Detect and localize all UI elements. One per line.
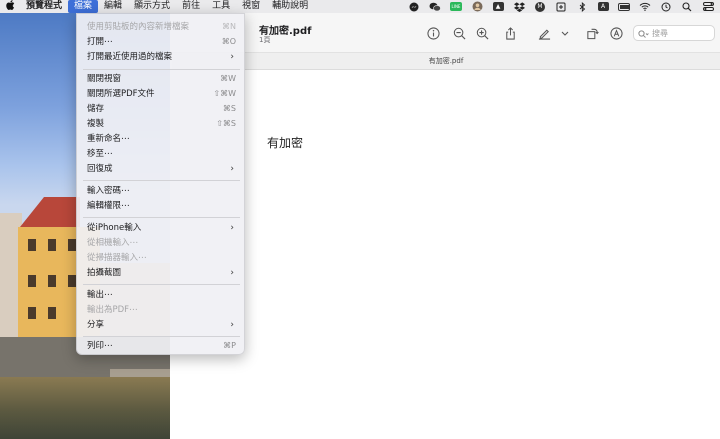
share-icon[interactable]: [503, 26, 517, 40]
menu-separator: [83, 217, 240, 218]
time-machine-icon[interactable]: [660, 2, 672, 12]
window-toolbar: 有加密.pdf 1頁: [172, 13, 720, 53]
line-icon[interactable]: LINE: [450, 2, 462, 12]
arrow-box-icon[interactable]: ▲: [492, 2, 504, 12]
page-body-text: 有加密: [267, 136, 304, 150]
submenu-arrow-icon: ›: [230, 223, 234, 233]
menu-separator: [83, 284, 240, 285]
menu-item-import-from-scanner: 從掃描器輸入⋯: [87, 253, 147, 263]
page-count: 1頁: [259, 36, 271, 44]
shortcut-label: ⇧⌘S: [216, 119, 236, 128]
markup-pen-icon[interactable]: [537, 26, 551, 40]
menu-bar: 預覽程式 檔案 編輯 顯示方式 前往 工具 視窗 輔助說明 LINE ▲ M A: [0, 0, 720, 13]
search-field[interactable]: [633, 25, 715, 41]
messenger-icon[interactable]: [408, 2, 420, 12]
m-icon[interactable]: M: [534, 1, 546, 12]
menu-view[interactable]: 顯示方式: [128, 0, 176, 13]
search-icon[interactable]: [681, 1, 693, 12]
menu-file[interactable]: 檔案: [68, 0, 99, 13]
menu-item-import-from-camera: 從相機輸入⋯: [87, 238, 139, 248]
control-center-icon[interactable]: [702, 2, 714, 12]
menu-item-edit-permissions[interactable]: 編輯權限⋯: [82, 199, 241, 213]
tab-document[interactable]: 有加密.pdf: [172, 56, 720, 66]
menu-tools[interactable]: 工具: [206, 0, 236, 13]
menu-item-revert-to[interactable]: 回復成 ›: [82, 162, 241, 176]
menu-separator: [83, 69, 240, 70]
document-tab-bar: 有加密.pdf: [172, 53, 720, 70]
menu-item-move-to[interactable]: 移至⋯: [82, 147, 241, 161]
status-area: LINE ▲ M A: [408, 0, 714, 13]
menu-item-duplicate[interactable]: 複製 ⇧⌘S: [82, 117, 241, 131]
wallpaper-roof: [20, 197, 80, 227]
menu-item-new-from-clipboard: 使用剪貼板的內容新增檔案 ⌘N: [87, 22, 236, 32]
file-menu: 使用剪貼板的內容新增檔案 ⌘N 打開⋯ ⌘O 打開最近使用過的檔案 › 關閉視窗…: [76, 13, 245, 355]
menu-item-take-screenshot[interactable]: 拍攝截圖 ›: [82, 266, 241, 280]
submenu-arrow-icon: ›: [230, 268, 234, 278]
menu-item-export-as-pdf: 輸出為PDF⋯: [87, 305, 138, 315]
apple-menu-icon[interactable]: [0, 0, 20, 13]
menu-item-save[interactable]: 儲存 ⌘S: [82, 102, 241, 116]
wallpaper-river: [0, 377, 170, 439]
search-icon: [638, 24, 649, 43]
shortcut-label: ⇧⌘W: [213, 89, 236, 98]
annotate-icon[interactable]: [609, 26, 623, 40]
info-icon[interactable]: [426, 26, 440, 40]
menu-item-open[interactable]: 打開⋯ ⌘O: [82, 35, 241, 49]
menu-item-open-recent[interactable]: 打開最近使用過的檔案 ›: [82, 50, 241, 64]
battery-icon: [618, 2, 630, 12]
wifi-icon[interactable]: [639, 2, 651, 12]
menu-go[interactable]: 前往: [176, 0, 206, 13]
avatar-icon[interactable]: [471, 1, 483, 12]
menu-item-close-window[interactable]: 關閉視窗 ⌘W: [82, 72, 241, 86]
submenu-arrow-icon: ›: [230, 320, 234, 330]
menu-separator: [83, 180, 240, 181]
menu-edit[interactable]: 編輯: [98, 0, 128, 13]
menu-item-print[interactable]: 列印⋯ ⌘P: [82, 339, 241, 353]
wechat-icon[interactable]: [429, 2, 441, 12]
menu-item-share[interactable]: 分享 ›: [82, 318, 241, 332]
chevron-down-icon[interactable]: [560, 26, 570, 40]
menu-separator: [83, 336, 240, 337]
dropbox-icon[interactable]: [513, 1, 525, 12]
bluetooth-icon[interactable]: [576, 1, 588, 12]
rotate-icon[interactable]: [585, 26, 599, 40]
shortcut-label: ⌘O: [221, 37, 236, 46]
zoom-out-icon[interactable]: [452, 26, 466, 40]
menu-help[interactable]: 輔助說明: [266, 0, 314, 13]
box-icon[interactable]: [555, 2, 567, 12]
menu-item-enter-password[interactable]: 輸入密碼⋯: [82, 184, 241, 198]
preview-window: 有加密.pdf 1頁 搜尋 有加密.pdf 有加密: [172, 13, 720, 439]
shortcut-label: ⌘W: [220, 74, 236, 83]
menu-item-import-from-iphone[interactable]: 從iPhone輸入 ›: [82, 221, 241, 235]
shortcut-label: ⌘N: [222, 22, 236, 31]
zoom-in-icon[interactable]: [475, 26, 489, 40]
menu-item-close-selected-pdf[interactable]: 關閉所選PDF文件 ⇧⌘W: [82, 87, 241, 101]
menu-item-rename[interactable]: 重新命名⋯: [82, 132, 241, 146]
menu-preview[interactable]: 預覽程式: [20, 0, 68, 13]
shortcut-label: ⌘P: [223, 341, 236, 350]
input-method-icon[interactable]: A: [597, 2, 609, 12]
submenu-arrow-icon: ›: [230, 164, 234, 174]
menu-item-export[interactable]: 輸出⋯: [82, 288, 241, 302]
search-input[interactable]: [652, 28, 712, 38]
submenu-arrow-icon: ›: [230, 52, 234, 62]
menu-window[interactable]: 視窗: [236, 0, 266, 13]
pdf-page[interactable]: 有加密: [172, 70, 720, 439]
shortcut-label: ⌘S: [222, 104, 236, 113]
